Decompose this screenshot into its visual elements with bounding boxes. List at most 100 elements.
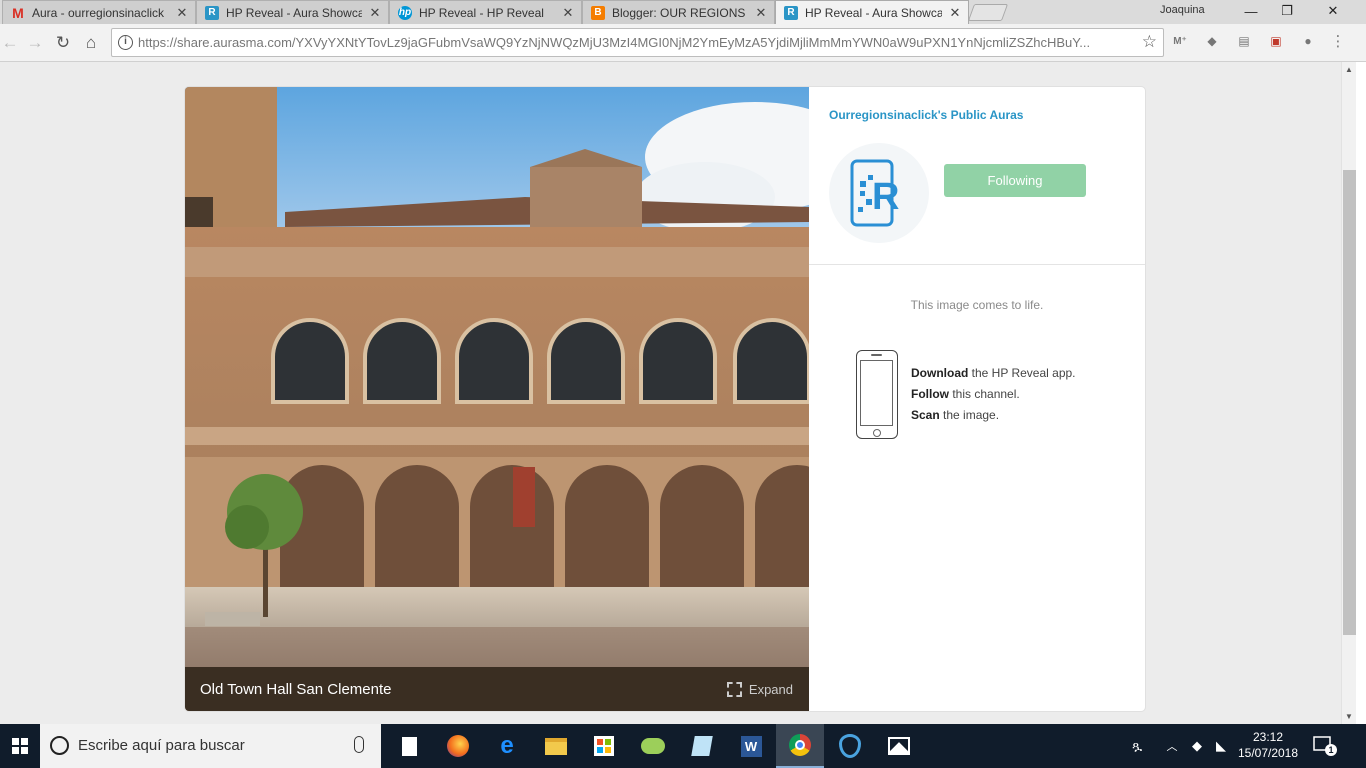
tab-hp-reveal[interactable]: hp HP Reveal - HP Reveal ✕: [389, 0, 582, 24]
channel-panel: Ourregionsinaclick's Public Auras R Foll…: [809, 87, 1145, 711]
tab-strip: M Aura - ourregionsinaclick ✕ R HP Revea…: [0, 0, 1366, 24]
expand-label: Expand: [748, 682, 793, 697]
scrollbar-thumb[interactable]: [1343, 170, 1356, 635]
game-icon[interactable]: [629, 724, 677, 768]
close-tab-icon[interactable]: ✕: [175, 5, 189, 21]
hp-reveal-icon: R: [205, 5, 219, 20]
step-keyword: Download: [911, 366, 969, 380]
phone-speaker: [871, 354, 882, 356]
new-tab-button[interactable]: [967, 4, 1009, 21]
tab-label: HP Reveal - HP Reveal: [419, 5, 544, 20]
expand-button[interactable]: Expand: [726, 682, 793, 697]
wifi-icon[interactable]: ◣: [1211, 724, 1231, 768]
scroll-up-arrow-icon[interactable]: ▲: [1345, 65, 1353, 74]
close-window-button[interactable]: ✕: [1310, 0, 1356, 22]
tab-hp-reveal-showcase[interactable]: R HP Reveal - Aura Showca ✕: [196, 0, 389, 24]
window-edge: [1356, 62, 1366, 724]
home-button[interactable]: ⌂: [81, 33, 101, 53]
hp-reveal-logo-icon: R: [850, 159, 908, 227]
gmail-icon: M: [12, 4, 24, 21]
windows-logo-icon: [12, 738, 28, 754]
address-bar[interactable]: i https://share.aurasma.com/YXVyYXNtYTov…: [111, 28, 1164, 57]
taskbar-search[interactable]: Escribe aquí para buscar: [40, 724, 381, 768]
profile-name[interactable]: Joaquina: [1160, 4, 1205, 16]
circle-extension-icon[interactable]: ●: [1299, 32, 1317, 50]
pdf-extension-icon[interactable]: ▤: [1235, 32, 1253, 50]
svg-text:R: R: [872, 176, 899, 218]
tagline: This image comes to life.: [910, 298, 1044, 312]
hp-logo-icon: hp: [398, 5, 412, 20]
step-follow: Follow this channel.: [911, 384, 1076, 405]
phone-icon: [856, 350, 898, 439]
dropbox-icon[interactable]: ◆: [1203, 32, 1221, 50]
start-button[interactable]: [0, 724, 40, 768]
step-keyword: Follow: [911, 387, 949, 401]
step-download: Download the HP Reveal app.: [911, 363, 1076, 384]
chrome-icon[interactable]: [776, 724, 824, 768]
word-icon[interactable]: W: [727, 724, 775, 768]
step-scan: Scan the image.: [911, 405, 1076, 426]
cortana-icon: [50, 736, 69, 755]
tab-label: HP Reveal - Aura Showca: [226, 5, 362, 20]
clock-date: 15/07/2018: [1237, 746, 1299, 760]
close-tab-icon[interactable]: ✕: [561, 5, 575, 21]
shield-app-icon[interactable]: [826, 724, 874, 768]
town-hall-photo: [185, 87, 809, 667]
page-content: Old Town Hall San Clemente Expand Ourreg…: [0, 62, 1341, 724]
close-tab-icon[interactable]: ✕: [754, 5, 768, 21]
step-text: the HP Reveal app.: [968, 366, 1076, 380]
store-icon[interactable]: [580, 724, 628, 768]
channel-title-link[interactable]: Ourregionsinaclick's Public Auras: [829, 108, 1023, 122]
scroll-down-arrow-icon[interactable]: ▼: [1345, 712, 1353, 721]
show-hidden-icons-icon[interactable]: ︿: [1163, 724, 1181, 768]
dropbox-tray-icon[interactable]: ◆: [1187, 724, 1207, 768]
following-button[interactable]: Following: [944, 164, 1086, 197]
caption-bar: Old Town Hall San Clemente Expand: [185, 667, 809, 711]
extension-m-icon[interactable]: M⁺: [1171, 32, 1189, 50]
menu-icon[interactable]: ⋮: [1329, 32, 1347, 50]
tab-blogger[interactable]: B Blogger: OUR REGIONS I ✕: [582, 0, 775, 24]
maximize-button[interactable]: ❐: [1264, 0, 1310, 22]
aura-card: Old Town Hall San Clemente Expand Ourreg…: [185, 87, 1145, 711]
action-center-icon[interactable]: 1: [1313, 736, 1337, 756]
file-icon[interactable]: [385, 724, 433, 768]
save-extension-icon[interactable]: ▣: [1267, 32, 1285, 50]
channel-avatar[interactable]: R: [829, 143, 929, 243]
search-placeholder: Escribe aquí para buscar: [78, 737, 245, 754]
system-clock[interactable]: 23:12 15/07/2018: [1236, 729, 1300, 761]
people-icon[interactable]: ጿ: [1126, 724, 1148, 768]
tab-hp-reveal-showcase-active[interactable]: R HP Reveal - Aura Showca ✕: [775, 0, 969, 24]
url-text[interactable]: https://share.aurasma.com/YXVyYXNtYTovLz…: [138, 35, 1138, 50]
back-button[interactable]: ←: [0, 33, 20, 53]
aura-image[interactable]: Old Town Hall San Clemente Expand: [185, 87, 809, 711]
forward-button[interactable]: →: [25, 33, 45, 53]
bookmark-star-icon[interactable]: ☆: [1142, 32, 1157, 52]
tab-label: Blogger: OUR REGIONS I: [612, 5, 748, 20]
blogger-icon: B: [591, 5, 605, 20]
close-tab-icon[interactable]: ✕: [368, 5, 382, 21]
hp-reveal-icon: R: [784, 5, 798, 20]
divider: [809, 264, 1145, 265]
image-caption: Old Town Hall San Clemente: [200, 681, 392, 698]
photos-icon[interactable]: [875, 724, 923, 768]
file-explorer-icon[interactable]: [532, 724, 580, 768]
windows-taskbar: Escribe aquí para buscar e W ጿ ︿ ◆ ◣ 23:…: [0, 724, 1366, 768]
notification-count-badge: 1: [1325, 744, 1337, 756]
phone-home-button: [873, 429, 881, 437]
step-keyword: Scan: [911, 408, 940, 422]
page-scrollbar[interactable]: ▲ ▼: [1341, 62, 1356, 724]
instructions: Download the HP Reveal app. Follow this …: [911, 363, 1076, 426]
expand-icon: [726, 682, 742, 697]
notepad-icon[interactable]: [678, 724, 726, 768]
site-info-icon[interactable]: i: [118, 35, 133, 50]
step-text: the image.: [939, 408, 1000, 422]
step-text: this channel.: [949, 387, 1020, 401]
tab-label: HP Reveal - Aura Showca: [805, 5, 942, 20]
reload-button[interactable]: ↻: [53, 33, 73, 53]
firefox-icon[interactable]: [434, 724, 482, 768]
tab-gmail-aura[interactable]: M Aura - ourregionsinaclick ✕: [2, 0, 196, 24]
tab-label: Aura - ourregionsinaclick: [32, 5, 165, 20]
microphone-icon[interactable]: [354, 736, 364, 753]
edge-icon[interactable]: e: [483, 724, 531, 768]
close-tab-icon[interactable]: ✕: [948, 5, 962, 21]
